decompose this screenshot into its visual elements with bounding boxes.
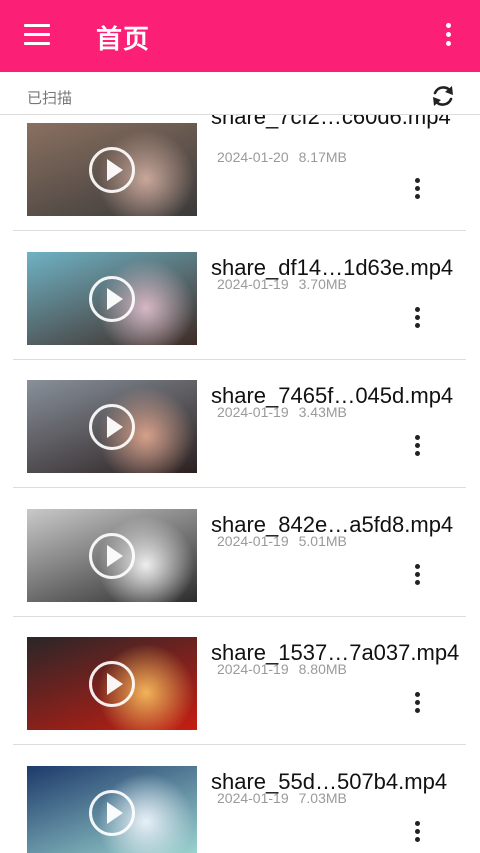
video-list-item[interactable]: share_842e…a5fd8.mp4 2024-01-19 5.01MB bbox=[0, 502, 480, 630]
scan-status-bar: 已扫描 bbox=[0, 72, 480, 115]
video-list-item[interactable]: share_1537…7a037.mp4 2024-01-19 8.80MB bbox=[0, 630, 480, 758]
list-divider bbox=[13, 744, 466, 745]
video-date: 2024-01-19 bbox=[217, 661, 289, 677]
video-date: 2024-01-20 bbox=[217, 149, 289, 165]
video-thumbnail[interactable] bbox=[27, 123, 197, 216]
more-vertical-icon[interactable] bbox=[434, 22, 462, 50]
list-divider bbox=[13, 358, 466, 360]
play-icon[interactable] bbox=[89, 275, 135, 322]
item-more-icon[interactable] bbox=[404, 176, 430, 206]
video-date: 2024-01-19 bbox=[217, 789, 289, 806]
video-list[interactable]: share_7cf2…c60d6.mp4 2024-01-20 8.17MB shar… bbox=[0, 114, 480, 853]
video-meta: 2024-01-19 5.01MB bbox=[217, 533, 347, 549]
video-size: 5.01MB bbox=[298, 532, 347, 549]
play-icon[interactable] bbox=[89, 661, 135, 707]
play-icon[interactable] bbox=[89, 147, 135, 193]
item-more-icon[interactable] bbox=[404, 305, 430, 335]
video-size: 8.80MB bbox=[298, 661, 347, 677]
video-size: 3.70MB bbox=[298, 275, 347, 292]
video-meta: 2024-01-19 8.80MB bbox=[217, 661, 347, 677]
play-icon[interactable] bbox=[89, 404, 135, 450]
scanned-label: 已扫描 bbox=[27, 89, 73, 107]
play-icon[interactable] bbox=[89, 789, 135, 836]
list-divider bbox=[13, 230, 466, 231]
video-date: 2024-01-19 bbox=[217, 404, 289, 420]
item-more-icon[interactable] bbox=[404, 433, 430, 463]
list-divider bbox=[13, 487, 466, 488]
list-divider bbox=[13, 615, 466, 617]
video-file-name: share_7cf2…c60d6.mp4 bbox=[211, 114, 451, 129]
video-date: 2024-01-19 bbox=[217, 275, 289, 292]
page-title: 首页 bbox=[96, 25, 151, 55]
video-size: 7.03MB bbox=[298, 789, 347, 806]
video-date: 2024-01-19 bbox=[217, 532, 289, 549]
video-meta: 2024-01-19 3.43MB bbox=[217, 404, 347, 420]
video-thumbnail[interactable] bbox=[27, 508, 197, 602]
refresh-icon[interactable] bbox=[428, 82, 458, 110]
video-meta: 2024-01-20 8.17MB bbox=[217, 149, 347, 165]
video-list-item[interactable]: share_55d…507b4.mp4 2024-01-19 7.03MB bbox=[0, 759, 480, 853]
hamburger-menu-icon[interactable] bbox=[24, 24, 50, 46]
video-thumbnail[interactable] bbox=[27, 637, 197, 730]
video-thumbnail[interactable] bbox=[27, 380, 197, 473]
item-more-icon[interactable] bbox=[404, 819, 430, 849]
video-size: 3.43MB bbox=[298, 404, 347, 420]
item-more-icon[interactable] bbox=[404, 562, 430, 592]
video-list-item[interactable]: share_7465f…045d.mp4 2024-01-19 3.43MB bbox=[0, 373, 480, 501]
video-thumbnail[interactable] bbox=[27, 765, 197, 853]
play-icon[interactable] bbox=[89, 532, 135, 579]
video-list-item[interactable]: share_df14…1d63e.mp4 2024-01-19 3.70MB bbox=[0, 245, 480, 373]
video-size: 8.17MB bbox=[298, 149, 347, 165]
item-more-icon[interactable] bbox=[404, 690, 430, 720]
video-list-item[interactable]: share_7cf2…c60d6.mp4 2024-01-20 8.17MB bbox=[0, 114, 480, 244]
video-meta: 2024-01-19 3.70MB bbox=[217, 276, 347, 292]
app-bar: 首页 bbox=[0, 0, 480, 72]
video-meta: 2024-01-19 7.03MB bbox=[217, 790, 347, 806]
video-thumbnail[interactable] bbox=[27, 251, 197, 345]
